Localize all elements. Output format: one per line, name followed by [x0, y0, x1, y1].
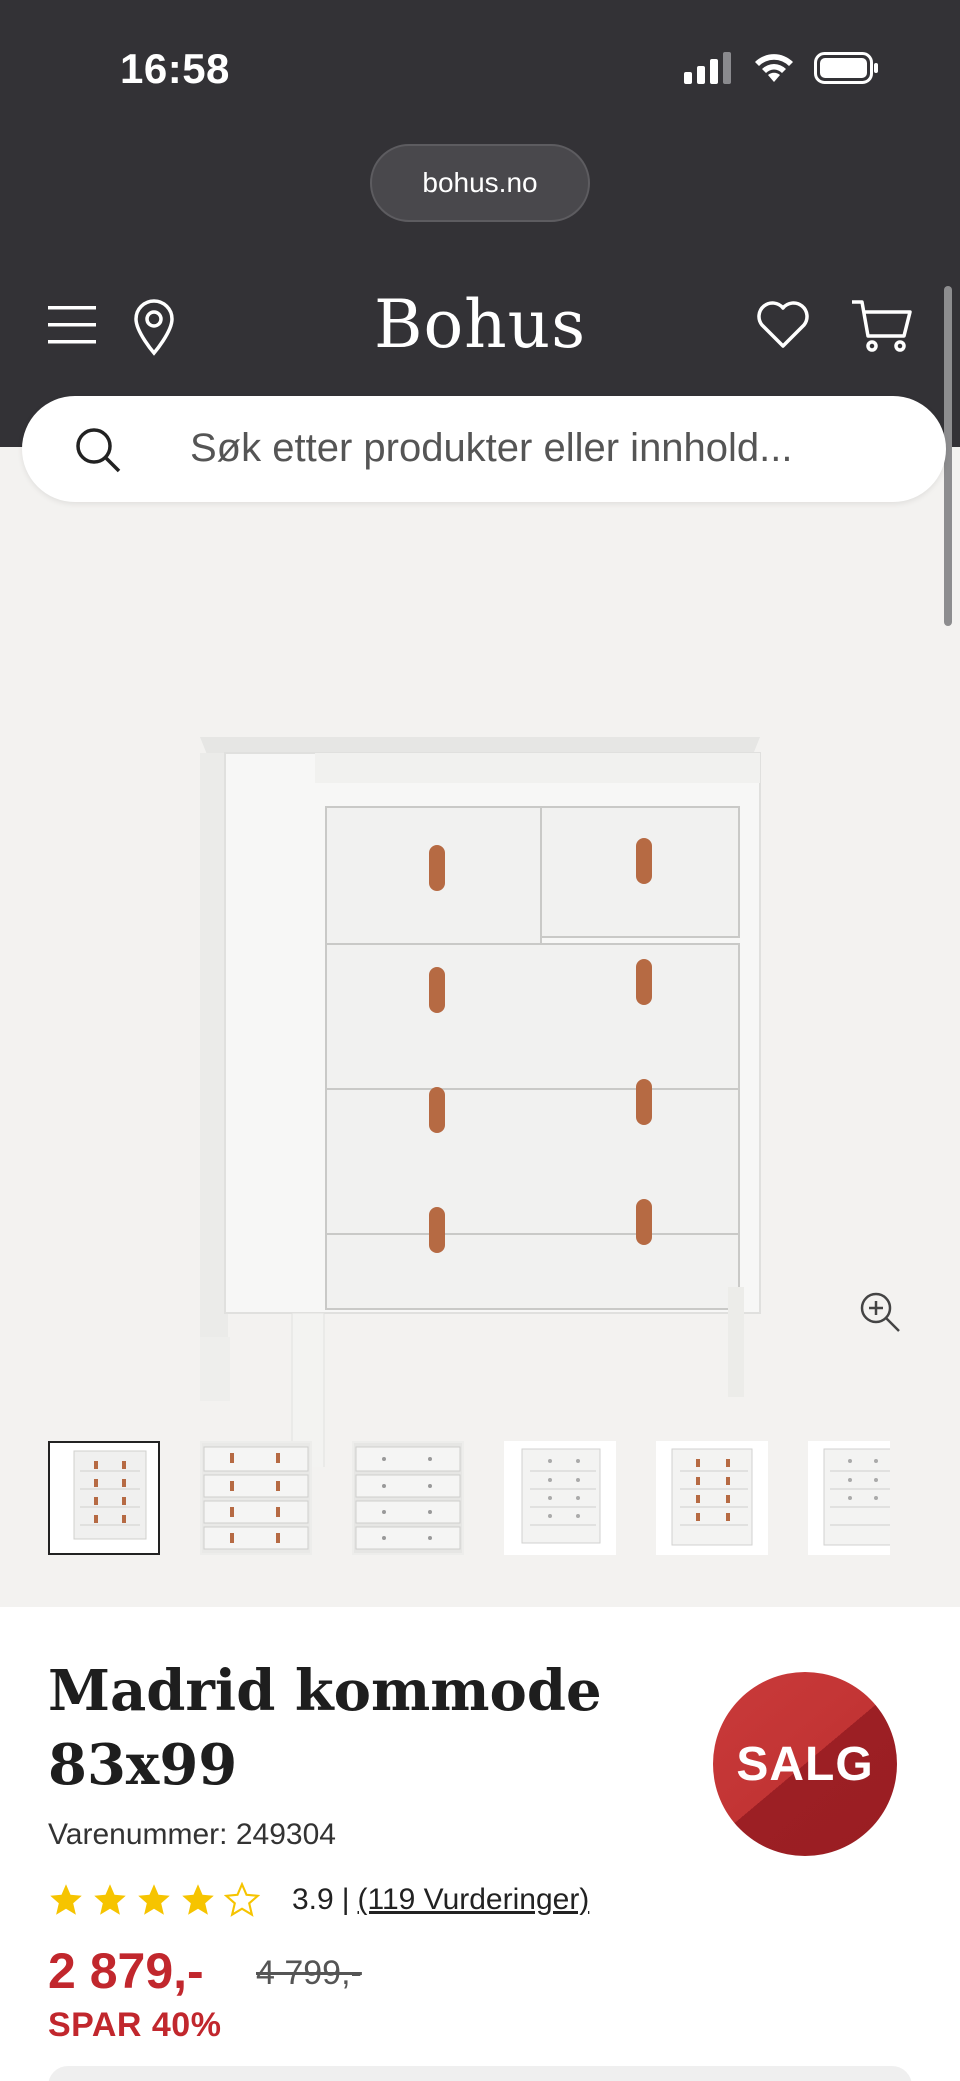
sale-badge: SALG: [713, 1672, 897, 1856]
thumbnail[interactable]: [200, 1441, 312, 1555]
star-filled-icon: [50, 1884, 82, 1915]
top-header: 16:58 bohus.no Bohus: [0, 0, 960, 447]
thumbnail-image: [202, 1443, 310, 1553]
thumbnail-image: [354, 1443, 462, 1553]
signal-icon: [684, 52, 731, 84]
star-empty-icon: [224, 1882, 260, 1917]
thumbnail[interactable]: [352, 1441, 464, 1555]
next-section-peek: [48, 2066, 912, 2081]
product-sku: Varenummer: 249304: [48, 1818, 336, 1851]
discount-label: SPAR 40%: [48, 2006, 222, 2044]
site-logo[interactable]: Bohus: [0, 286, 960, 363]
product-image[interactable]: [0, 567, 960, 1467]
product-title-line: Madrid kommode: [48, 1658, 602, 1724]
rating-value: 3.9: [292, 1883, 334, 1916]
star-filled-icon: [182, 1884, 214, 1915]
search-input[interactable]: Søk etter produkter eller innhold...: [190, 426, 793, 471]
thumbnail[interactable]: [808, 1441, 890, 1555]
wifi-icon: [755, 54, 793, 82]
product-title: Madrid kommode 83x99: [48, 1654, 608, 1802]
cart-icon[interactable]: [850, 298, 912, 354]
url-bar[interactable]: bohus.no: [370, 144, 590, 222]
product-rating[interactable]: 3.9 | (119 Vurderinger): [48, 1882, 589, 1918]
product-title-line: 83x99: [48, 1732, 238, 1798]
rating-separator: |: [341, 1883, 350, 1916]
zoom-icon[interactable]: [858, 1290, 902, 1334]
reviews-link[interactable]: (119 Vurderinger): [358, 1883, 590, 1917]
original-price: 4 799,-: [256, 1954, 362, 1992]
thumbnail-image: [521, 1448, 601, 1544]
thumbnail-image: [50, 1443, 158, 1553]
status-time: 16:58: [120, 45, 230, 92]
thumbnail[interactable]: [656, 1441, 768, 1555]
status-icons: [684, 52, 880, 84]
battery-icon: [814, 52, 878, 84]
heart-icon[interactable]: [756, 300, 810, 350]
current-price: 2 879,-: [48, 1943, 204, 1999]
star-filled-icon: [138, 1884, 170, 1915]
thumbnail[interactable]: [48, 1441, 160, 1555]
thumbnail[interactable]: [504, 1441, 616, 1555]
star-filled-icon: [94, 1884, 126, 1915]
search-icon: [76, 428, 121, 473]
thumbnail-image: [671, 1448, 753, 1546]
thumbnail-image: [823, 1448, 890, 1546]
thumbnail-strip[interactable]: [48, 1441, 890, 1555]
product-gallery[interactable]: [0, 447, 960, 1607]
search-bar[interactable]: Søk etter produkter eller innhold...: [22, 396, 946, 502]
